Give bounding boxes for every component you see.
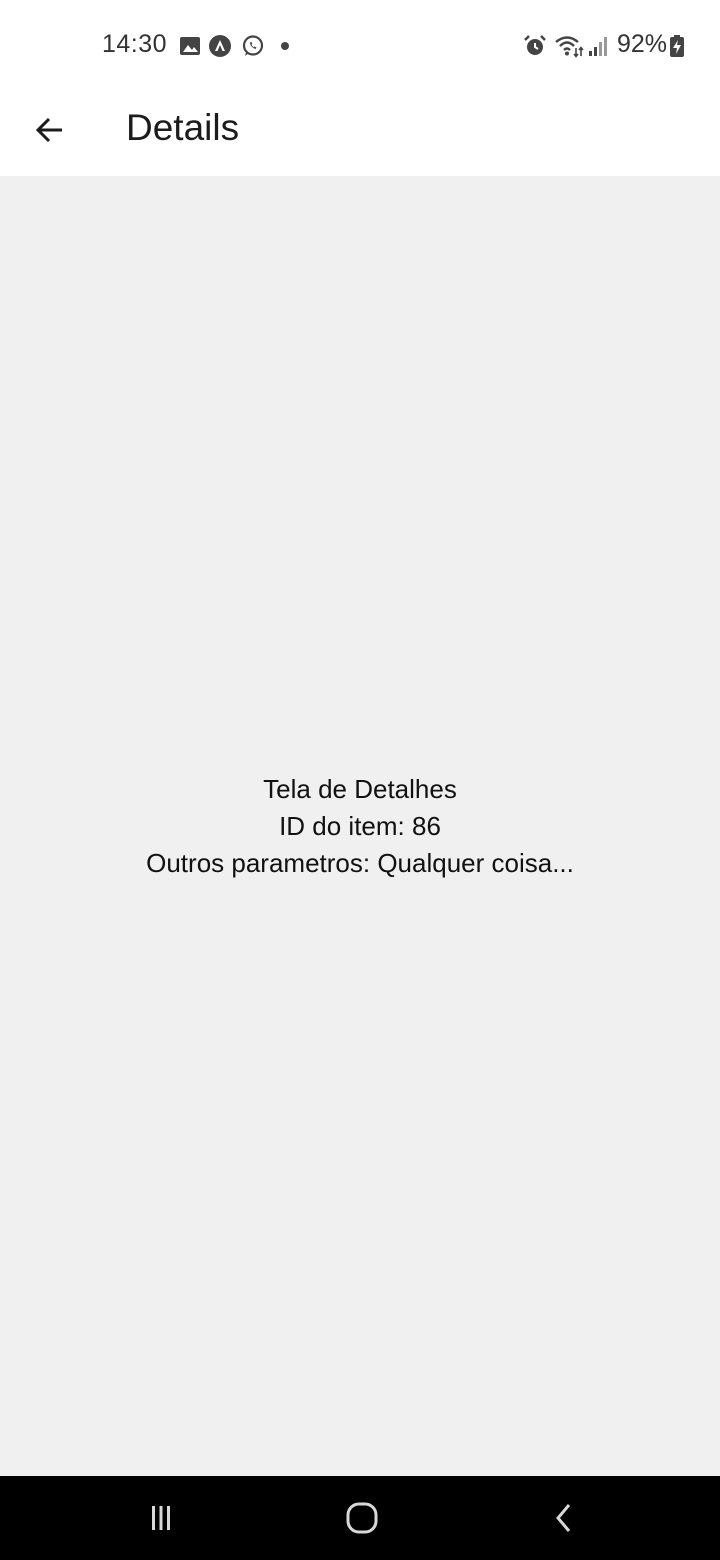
status-bar: 14:30 92% [0,0,720,92]
recent-apps-icon [145,1502,177,1534]
other-params-text: Outros parametros: Qualquer coisa... [146,848,574,878]
signal-icon [587,34,611,58]
details-screen: Tela de Detalhes ID do item: 86 Outros p… [0,176,720,1476]
details-text-block: Tela de Detalhes ID do item: 86 Outros p… [0,771,720,882]
home-button[interactable] [342,1498,382,1538]
battery-percentage: 92% [617,30,668,58]
notification-dot-icon [281,42,289,50]
nav-back-icon [548,1502,580,1534]
gallery-icon [178,34,202,58]
recent-apps-button[interactable] [141,1498,181,1538]
item-id-text: ID do item: 86 [279,811,441,841]
home-icon [345,1501,379,1535]
alarm-icon [523,34,547,58]
page-title: Details [126,107,240,148]
back-button[interactable] [22,102,78,158]
status-time: 14:30 [102,30,168,58]
details-heading: Tela de Detalhes [263,774,457,804]
nav-back-button[interactable] [544,1498,584,1538]
back-arrow-icon [34,114,66,146]
system-navigation-bar [0,1476,720,1560]
app-bar: Details [0,92,720,176]
whatsapp-icon [241,34,265,58]
battery-charging-icon [668,34,686,58]
wifi-icon [554,34,584,58]
navigation-icon [208,34,232,58]
